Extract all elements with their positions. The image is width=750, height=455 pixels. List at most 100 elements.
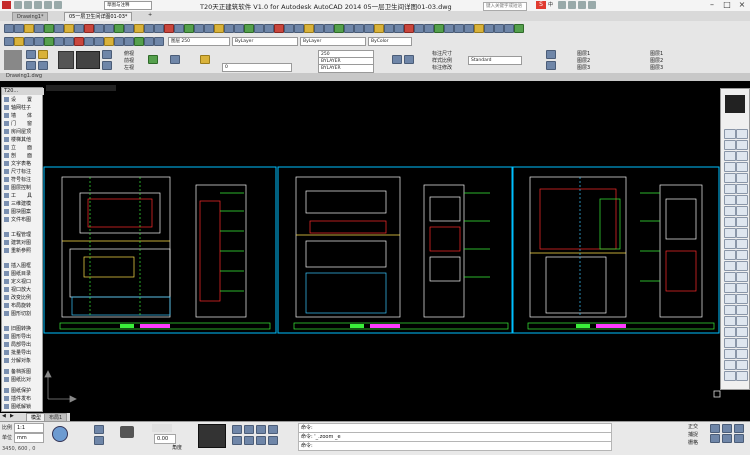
tool-icon[interactable] [154,24,164,33]
tool-icon[interactable] [504,24,514,33]
tool-icon[interactable] [334,24,344,33]
tool-icon[interactable] [424,24,434,33]
draw-tool-icon[interactable] [736,250,748,260]
lineweight-dropdown[interactable]: ByColor [368,37,412,46]
draw-tool-icon[interactable] [724,371,736,381]
app-logo-icon[interactable] [2,1,11,9]
draw-tool-icon[interactable] [724,294,736,304]
draw-tool-icon[interactable] [736,195,748,205]
tool-icon[interactable] [354,24,364,33]
status-icon[interactable] [94,425,104,434]
tool-icon[interactable] [464,24,474,33]
style-scale-button[interactable]: 样式比例 [432,57,452,64]
layer-item[interactable]: 图层2 [577,57,590,64]
view-top-button[interactable]: 俯视 [124,50,134,57]
tool-icon[interactable] [84,37,94,46]
palette-item[interactable]: 改变比例 [4,295,42,302]
app-logo-icon[interactable] [4,50,22,70]
tool-icon[interactable] [394,24,404,33]
draw-tool-icon[interactable] [724,261,736,271]
tab-drawing1[interactable]: Drawing1* [12,12,49,21]
tool-icon[interactable] [24,37,34,46]
nav-last-button[interactable]: ▶ [10,413,14,419]
palette-item[interactable]: 插件发布 [4,396,42,403]
tool-icon[interactable] [64,24,74,33]
status-icon[interactable] [94,436,104,445]
tool-icon[interactable] [404,55,414,64]
status-icon[interactable] [722,424,732,433]
new-tab-button[interactable]: + [148,12,152,18]
tool-icon[interactable] [154,37,164,46]
draw-tool-icon[interactable] [736,173,748,183]
draw-tool-icon[interactable] [736,239,748,249]
bylayer-dropdown-b[interactable]: BYLAYER [318,64,374,73]
palette-item[interactable]: 三维建模 [4,201,42,208]
search-input[interactable]: 键入关键字或短语 [483,2,527,11]
palette-item[interactable]: 设 置 [4,97,42,104]
draw-tool-icon[interactable] [736,206,748,216]
palette-item[interactable]: 楼梯其他 [4,137,42,144]
number-input[interactable]: 0.00 [154,434,176,444]
tool-icon[interactable] [134,37,144,46]
layer-state-dropdown[interactable]: 0 [222,63,292,72]
tool-icon[interactable] [384,24,394,33]
draw-tool-icon[interactable] [724,140,736,150]
palette-item[interactable]: 建筑对图 [4,240,42,247]
tool-icon[interactable] [54,37,64,46]
draw-tool-icon[interactable] [724,228,736,238]
layer-item[interactable]: 图层3 [650,64,663,71]
layer-item[interactable]: 图层2 [650,57,663,64]
drawing-file-tab[interactable]: Drawing1.dwg [6,73,42,79]
tool-icon[interactable] [74,37,84,46]
tool-icon[interactable] [404,24,414,33]
status-icon[interactable] [244,425,254,434]
palette-item[interactable]: 剖 面 [4,153,42,160]
tool-icon[interactable] [314,24,324,33]
minimize-button[interactable]: – [705,0,719,10]
draw-tool-icon[interactable] [724,195,736,205]
palette-item[interactable]: 轴网柱子 [4,105,42,112]
status-icon[interactable] [722,434,732,443]
tool-icon[interactable] [264,24,274,33]
tool-icon[interactable] [546,50,556,59]
palette-item[interactable]: 图块图案 [4,209,42,216]
tool-icon[interactable] [200,55,210,64]
draw-tool-icon[interactable] [724,349,736,359]
layer-item[interactable]: 图层1 [650,50,663,57]
tool-icon[interactable] [474,24,484,33]
tool-icon[interactable] [44,37,54,46]
status-icon[interactable] [256,425,266,434]
palette-item[interactable]: 尺寸标注 [4,169,42,176]
tray-icon[interactable] [578,1,586,9]
tool-icon[interactable] [254,24,264,33]
palette-item[interactable]: 图纸目录 [4,271,42,278]
draw-tool-icon[interactable] [724,360,736,370]
palette-item[interactable]: 旧图转换 [4,326,42,333]
tool-icon[interactable] [124,24,134,33]
draw-tool-icon[interactable] [736,294,748,304]
draw-tool-icon[interactable] [724,206,736,216]
tool-icon[interactable] [34,37,44,46]
tool-icon[interactable] [204,24,214,33]
layer-item[interactable]: 图层3 [577,64,590,71]
undo-icon[interactable] [44,1,52,9]
tool-icon[interactable] [484,24,494,33]
palette-item[interactable]: 定义视口 [4,279,42,286]
tool-icon[interactable] [74,24,84,33]
workspace-dropdown[interactable]: 草图与注释 [104,1,152,10]
tool-icon[interactable] [324,24,334,33]
status-icon[interactable] [734,424,744,433]
view-left-button[interactable]: 左视 [124,64,134,71]
layer-item[interactable]: 图层1 [577,50,590,57]
tool-icon[interactable] [392,55,402,64]
status-icon[interactable] [232,436,242,445]
draw-tool-icon[interactable] [736,261,748,271]
palette-header[interactable]: T20... [2,88,44,95]
palette-item[interactable]: 图纸比对 [4,377,42,384]
draw-tool-icon[interactable] [736,162,748,172]
layer-dropdown[interactable]: 图层 250 [168,37,230,46]
tool-icon[interactable] [234,24,244,33]
draw-tool-icon[interactable] [724,316,736,326]
palette-item[interactable]: 工程管理 [4,232,42,239]
tool-icon[interactable] [274,24,284,33]
